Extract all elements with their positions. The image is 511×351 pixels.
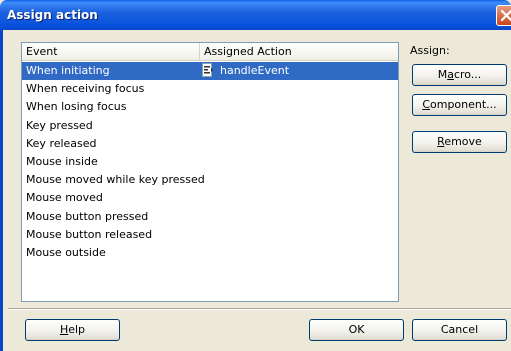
- event-action-table: Event Assigned Action When initiating han…: [21, 42, 399, 302]
- assigned-action-label: handleEvent: [220, 64, 290, 77]
- table-row[interactable]: Mouse moved while key pressed: [22, 171, 398, 189]
- separator: [8, 308, 511, 310]
- column-header-event[interactable]: Event: [22, 43, 200, 61]
- table-row[interactable]: Mouse inside: [22, 153, 398, 171]
- event-cell: Mouse moved: [26, 191, 103, 205]
- table-row[interactable]: Key pressed: [22, 117, 398, 135]
- ok-button-label: OK: [348, 323, 365, 336]
- remove-button[interactable]: Remove: [412, 131, 507, 153]
- help-button[interactable]: Help: [25, 319, 120, 341]
- close-icon: [500, 9, 511, 22]
- table-row[interactable]: Mouse outside: [22, 244, 398, 262]
- event-cell: Key released: [26, 136, 97, 150]
- column-header-assigned-action[interactable]: Assigned Action: [200, 43, 398, 61]
- component-button-label: Component...: [422, 98, 497, 111]
- table-row[interactable]: When losing focus: [22, 98, 398, 116]
- event-cell: Mouse inside: [26, 154, 98, 168]
- cancel-button-label: Cancel: [440, 323, 479, 336]
- event-cell: When losing focus: [26, 100, 127, 114]
- table-row[interactable]: Mouse moved: [22, 189, 398, 207]
- assigned-action-cell: handleEvent: [202, 62, 289, 80]
- help-button-label: Help: [59, 323, 86, 336]
- title-bar: Assign action: [0, 0, 511, 30]
- event-cell: When receiving focus: [26, 82, 145, 96]
- table-rows: When initiating handleEvent When receiving…: [22, 62, 398, 262]
- macro-script-icon: [202, 63, 214, 77]
- table-row[interactable]: When receiving focus: [22, 80, 398, 98]
- table-row[interactable]: When initiating handleEvent: [22, 62, 398, 81]
- event-cell: When initiating: [26, 64, 110, 77]
- macro-button-label: Macro...: [437, 68, 482, 81]
- event-cell: Mouse button released: [26, 227, 153, 241]
- macro-button[interactable]: Macro...: [412, 64, 507, 86]
- event-cell: Mouse button pressed: [26, 209, 149, 223]
- event-cell: Key pressed: [26, 118, 93, 132]
- remove-button-label: Remove: [437, 135, 482, 148]
- table-row[interactable]: Key released: [22, 135, 398, 153]
- cancel-button[interactable]: Cancel: [412, 319, 507, 341]
- assign-label: Assign:: [410, 44, 450, 57]
- ok-button[interactable]: OK: [309, 319, 404, 341]
- table-header: Event Assigned Action: [22, 43, 398, 61]
- window-title: Assign action: [7, 8, 98, 22]
- table-row[interactable]: Mouse button pressed: [22, 208, 398, 226]
- table-row[interactable]: Mouse button released: [22, 226, 398, 244]
- component-button[interactable]: Component...: [412, 94, 507, 116]
- close-button[interactable]: [496, 5, 511, 26]
- event-cell: Mouse moved while key pressed: [26, 173, 205, 187]
- event-cell: Mouse outside: [26, 245, 106, 259]
